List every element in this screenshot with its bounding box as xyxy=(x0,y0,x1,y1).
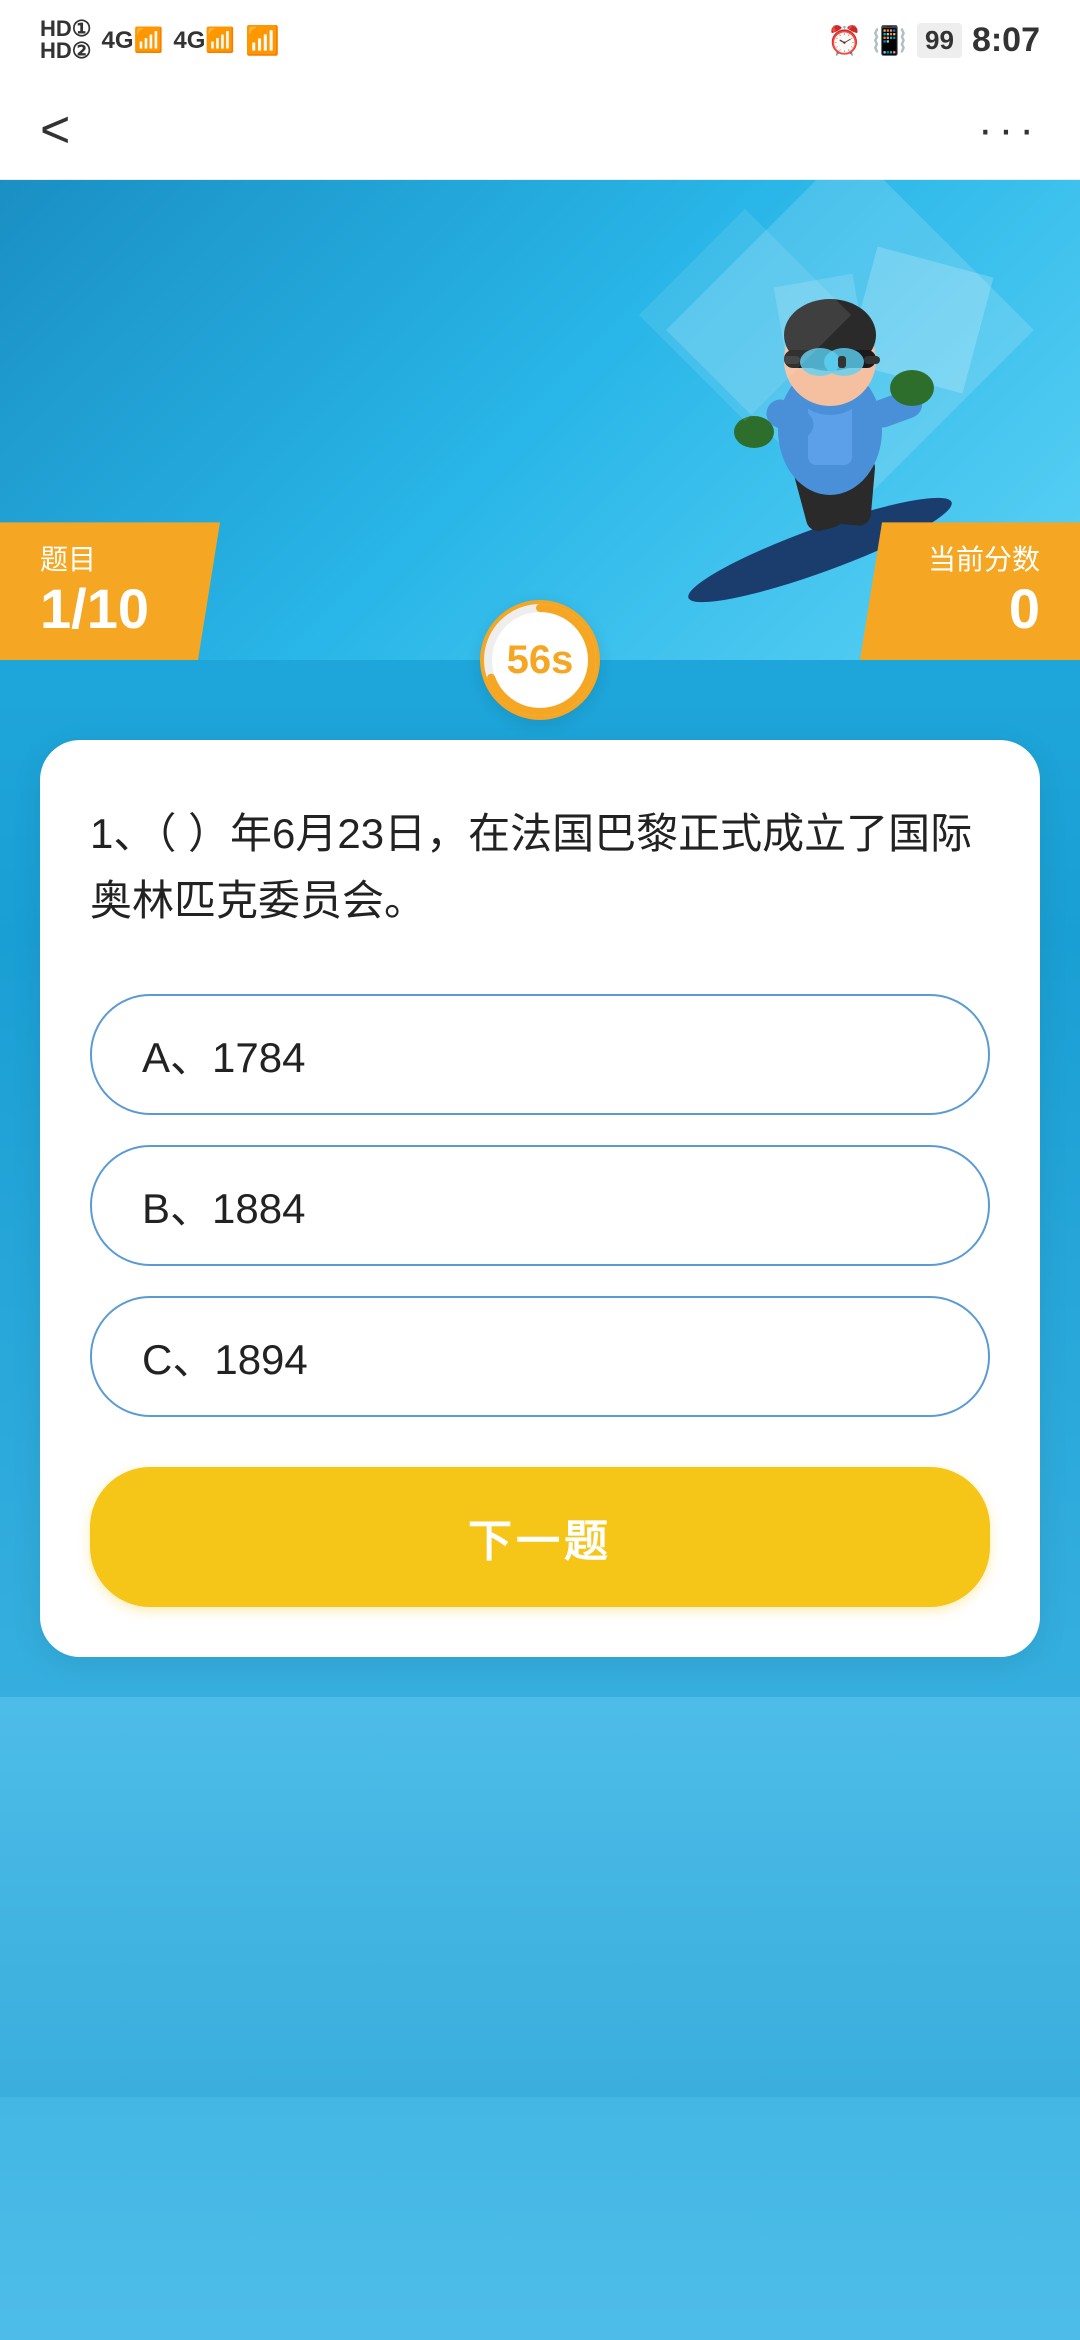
timer-circle: 56s xyxy=(480,600,600,720)
option-b[interactable]: B、1884 xyxy=(90,1145,990,1266)
timer-container: 56s xyxy=(0,600,1080,720)
option-a-label: A、1784 xyxy=(142,1034,305,1081)
option-c-label: C、1894 xyxy=(142,1336,308,1383)
hd-icon: HD①HD② xyxy=(40,18,92,62)
status-bar: HD①HD② 4G📶 4G📶 📶 ⏰ 📳 99 8:07 xyxy=(0,0,1080,80)
wifi-icon: 📶 xyxy=(245,24,280,57)
status-right: ⏰ 📳 99 8:07 xyxy=(827,21,1040,60)
nav-bar: < ··· xyxy=(0,80,1080,180)
score-label: 当前分数 xyxy=(900,538,1040,578)
signal-4g-1: 4G📶 xyxy=(102,26,164,55)
question-label: 题目 xyxy=(40,538,180,578)
next-button[interactable]: 下一题 xyxy=(90,1467,990,1607)
option-b-label: B、1884 xyxy=(142,1185,305,1232)
signal-4g-2: 4G📶 xyxy=(173,26,235,55)
battery-indicator: 99 xyxy=(917,23,962,58)
back-button[interactable]: < xyxy=(40,104,70,156)
option-c[interactable]: C、1894 xyxy=(90,1296,990,1417)
question-text: 1、（ ）年6月23日，在法国巴黎正式成立了国际奥林匹克委员会。 xyxy=(90,800,990,934)
time-display: 8:07 xyxy=(972,21,1040,60)
timer-text: 56s xyxy=(507,638,574,683)
more-button[interactable]: ··· xyxy=(978,105,1040,155)
alarm-icon: ⏰ xyxy=(827,24,862,57)
bottom-area xyxy=(0,1697,1080,2097)
status-network: HD①HD② 4G📶 4G📶 📶 xyxy=(40,18,280,62)
options-list: A、1784 B、1884 C、1894 xyxy=(90,994,990,1417)
vibrate-icon: 📳 xyxy=(872,24,907,57)
quiz-card: 1、（ ）年6月23日，在法国巴黎正式成立了国际奥林匹克委员会。 A、1784 … xyxy=(40,740,1040,1657)
hero-banner: 题目 1/10 当前分数 0 xyxy=(0,180,1080,660)
option-a[interactable]: A、1784 xyxy=(90,994,990,1115)
